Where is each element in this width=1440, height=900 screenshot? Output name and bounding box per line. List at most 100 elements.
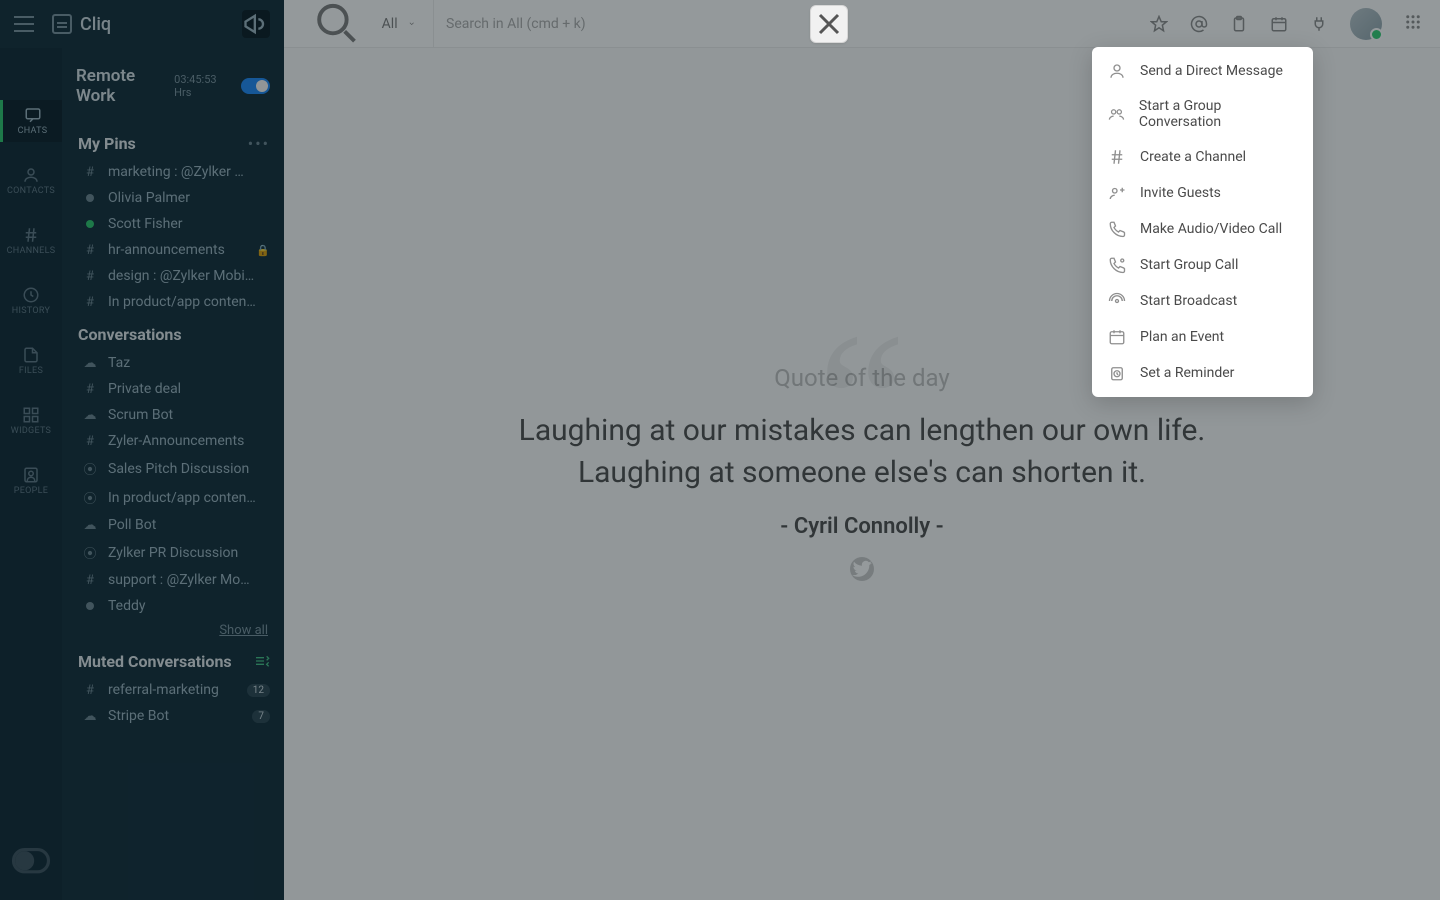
pins-more[interactable]: •••: [248, 134, 270, 153]
convo-label: Teddy: [108, 598, 270, 614]
rail-label: CHATS: [18, 126, 48, 136]
convo-item[interactable]: Teddy: [62, 593, 284, 619]
rail-label: CHANNELS: [7, 246, 56, 256]
hash-icon: [22, 226, 40, 244]
menu-toggle[interactable]: [14, 16, 34, 32]
pin-label: In product/app conten…: [108, 294, 270, 310]
brand-name: Cliq: [80, 14, 111, 35]
pin-item[interactable]: # hr-announcements 🔒: [62, 237, 284, 263]
convo-item[interactable]: # Private deal: [62, 376, 284, 402]
rail-people[interactable]: PEOPLE: [0, 460, 62, 502]
invite-icon: [1108, 184, 1126, 202]
convo-label: Taz: [108, 355, 270, 371]
show-all-link[interactable]: Show all: [62, 619, 284, 642]
hash-icon: #: [82, 573, 98, 588]
lock-icon: 🔒: [256, 244, 270, 257]
convo-item[interactable]: ☁ Scrum Bot: [62, 402, 284, 428]
menu-audio-video-call[interactable]: Make Audio/Video Call: [1092, 211, 1313, 247]
muted-item[interactable]: #referral-marketing12: [62, 677, 284, 703]
rail-widgets[interactable]: WIDGETS: [0, 400, 62, 442]
hash-icon: #: [82, 434, 98, 449]
convo-item[interactable]: ☁ Poll Bot: [62, 512, 284, 538]
convo-label: Private deal: [108, 381, 270, 397]
menu-label: Create a Channel: [1140, 149, 1246, 165]
remote-toggle[interactable]: [241, 78, 270, 94]
new-action-button[interactable]: [810, 5, 848, 43]
phone-icon: [1108, 220, 1126, 238]
user-icon: [1108, 62, 1126, 80]
pin-item[interactable]: # design : @Zylker Mobi…: [62, 263, 284, 289]
convo-item[interactable]: ☁ Taz: [62, 350, 284, 376]
hash-icon: #: [82, 683, 98, 698]
pins-header: My Pins •••: [62, 124, 284, 159]
rail-contacts[interactable]: CONTACTS: [0, 160, 62, 202]
group-icon: ⦿: [82, 488, 98, 507]
hash-icon: #: [82, 295, 98, 310]
group-icon: ⦿: [82, 459, 98, 478]
pin-item[interactable]: Olivia Palmer: [62, 185, 284, 211]
muted-label: Stripe Bot: [108, 708, 242, 724]
pin-label: design : @Zylker Mobi…: [108, 268, 270, 284]
menu-label: Start Broadcast: [1140, 293, 1237, 309]
convo-label: Zyler-Announcements: [108, 433, 270, 449]
rail-label: FILES: [19, 366, 43, 376]
phone-group-icon: [1108, 256, 1126, 274]
hash-icon: #: [82, 382, 98, 397]
menu-direct-message[interactable]: Send a Direct Message: [1092, 53, 1313, 89]
convo-item[interactable]: # Zyler-Announcements: [62, 428, 284, 454]
convo-item[interactable]: ⦿Zylker PR Discussion: [62, 538, 284, 567]
group-icon: ⦿: [82, 543, 98, 562]
convo-label: In product/app conten…: [108, 490, 270, 506]
convo-label: Scrum Bot: [108, 407, 270, 423]
menu-group-convo[interactable]: Start a Group Conversation: [1092, 89, 1313, 139]
menu-plan-event[interactable]: Plan an Event: [1092, 319, 1313, 355]
rail-channels[interactable]: CHANNELS: [0, 220, 62, 262]
file-icon: [22, 346, 40, 364]
muted-settings-icon[interactable]: [254, 652, 270, 671]
menu-label: Plan an Event: [1140, 329, 1224, 345]
bot-icon: ☁: [82, 356, 98, 371]
convo-item[interactable]: # support : @Zylker Mo…: [62, 567, 284, 593]
convo-label: Sales Pitch Discussion: [108, 461, 270, 477]
muted-title: Muted Conversations: [78, 652, 232, 671]
convo-label: support : @Zylker Mo…: [108, 572, 270, 588]
pin-item[interactable]: # In product/app conten…: [62, 289, 284, 315]
brand-logo-icon: [52, 14, 72, 34]
main-area: All “ Quote of the day: [284, 0, 1440, 900]
pin-label: hr-announcements: [108, 242, 246, 258]
menu-label: Set a Reminder: [1140, 365, 1234, 381]
menu-broadcast[interactable]: Start Broadcast: [1092, 283, 1313, 319]
unread-badge: 7: [252, 710, 270, 723]
broadcast-icon: [1108, 292, 1126, 310]
menu-set-reminder[interactable]: Set a Reminder: [1092, 355, 1313, 391]
bot-icon: ☁: [82, 518, 98, 533]
chat-icon: [24, 106, 42, 124]
remote-time: 03:45:53 Hrs: [174, 73, 233, 99]
bot-icon: ☁: [82, 709, 98, 724]
group-icon: [1108, 105, 1125, 123]
rail-history[interactable]: HISTORY: [0, 280, 62, 322]
bot-icon: ☁: [82, 408, 98, 423]
rail-chats[interactable]: CHATS: [0, 100, 62, 142]
hash-icon: #: [82, 269, 98, 284]
rail-label: PEOPLE: [14, 486, 48, 496]
theme-toggle[interactable]: [0, 848, 62, 886]
rail-files[interactable]: FILES: [0, 340, 62, 382]
convo-item[interactable]: ⦿ Sales Pitch Discussion: [62, 454, 284, 483]
menu-group-call[interactable]: Start Group Call: [1092, 247, 1313, 283]
pin-item[interactable]: #marketing : @Zylker …: [62, 159, 284, 185]
convo-item[interactable]: ⦿ In product/app conten…: [62, 483, 284, 512]
widgets-icon: [22, 406, 40, 424]
convo-label: Poll Bot: [108, 517, 270, 533]
menu-label: Start a Group Conversation: [1139, 98, 1297, 130]
pin-label: Scott Fisher: [108, 216, 270, 232]
muted-item[interactable]: ☁ Stripe Bot 7: [62, 703, 284, 729]
hash-icon: #: [82, 243, 98, 258]
announce-button[interactable]: [242, 10, 270, 38]
menu-invite-guests[interactable]: Invite Guests: [1092, 175, 1313, 211]
hash-icon: [1108, 148, 1126, 166]
menu-create-channel[interactable]: Create a Channel: [1092, 139, 1313, 175]
convos-title: Conversations: [78, 325, 182, 344]
pin-item[interactable]: Scott Fisher: [62, 211, 284, 237]
pin-label: Olivia Palmer: [108, 190, 270, 206]
